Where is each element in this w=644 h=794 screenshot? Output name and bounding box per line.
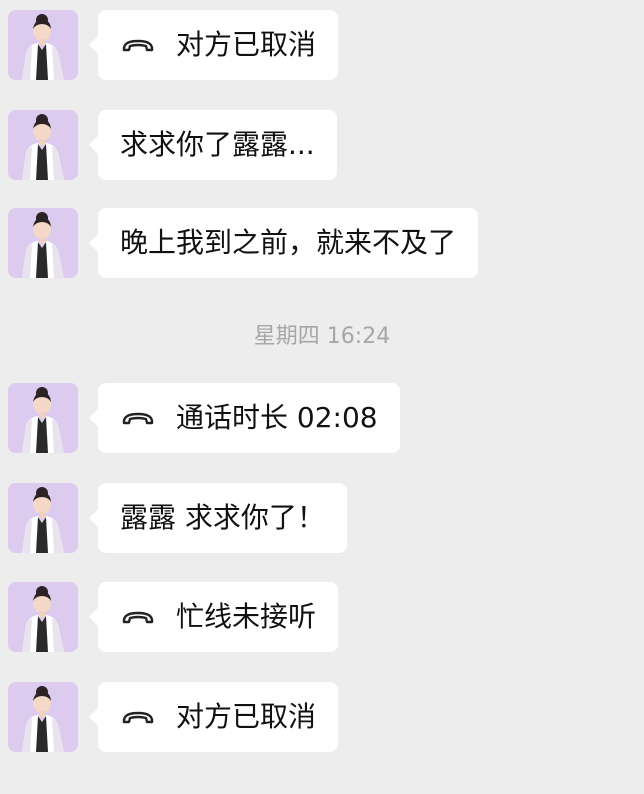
- phone-hangup-icon: [120, 35, 156, 55]
- phone-hangup-icon: [120, 408, 156, 428]
- text-message-bubble[interactable]: 露露 求求你了！: [89, 483, 347, 553]
- timestamp-divider: 星期四 16:24: [253, 324, 391, 349]
- text-message-bubble[interactable]: 晚上我到之前，就来不及了: [88, 208, 479, 278]
- call-record-bubble[interactable]: 忙线未接听: [88, 582, 339, 652]
- call-record-bubble[interactable]: 通话时长 02:08: [89, 383, 400, 453]
- avatar[interactable]: [8, 383, 78, 453]
- message-row: 求求你了露露...: [0, 110, 644, 180]
- avatar[interactable]: [8, 483, 78, 553]
- phone-hangup-icon: [120, 607, 156, 627]
- call-status-text: 忙线未接听: [176, 600, 317, 633]
- text-message-bubble[interactable]: 求求你了露露...: [89, 110, 337, 180]
- message-row: 忙线未接听: [0, 582, 644, 652]
- message-row: 露露 求求你了！: [0, 483, 644, 553]
- call-status-text: 通话时长 02:08: [176, 401, 378, 434]
- avatar[interactable]: [8, 208, 78, 278]
- call-status-text: 对方已取消: [176, 28, 317, 61]
- phone-hangup-icon: [120, 707, 156, 727]
- avatar[interactable]: [8, 682, 78, 752]
- message-row: 对方已取消: [0, 682, 644, 752]
- message-row: 通话时长 02:08: [0, 383, 644, 453]
- call-record-bubble[interactable]: 对方已取消: [88, 10, 339, 80]
- message-row: 晚上我到之前，就来不及了: [0, 208, 644, 278]
- message-text: 晚上我到之前，就来不及了: [120, 226, 457, 259]
- call-status-text: 对方已取消: [176, 700, 317, 733]
- avatar[interactable]: [8, 10, 78, 80]
- message-text: 露露 求求你了！: [120, 501, 325, 534]
- avatar[interactable]: [8, 582, 78, 652]
- avatar[interactable]: [8, 110, 78, 180]
- call-record-bubble[interactable]: 对方已取消: [88, 682, 339, 752]
- message-text: 求求你了露露...: [120, 128, 315, 161]
- message-row: 对方已取消: [0, 10, 644, 80]
